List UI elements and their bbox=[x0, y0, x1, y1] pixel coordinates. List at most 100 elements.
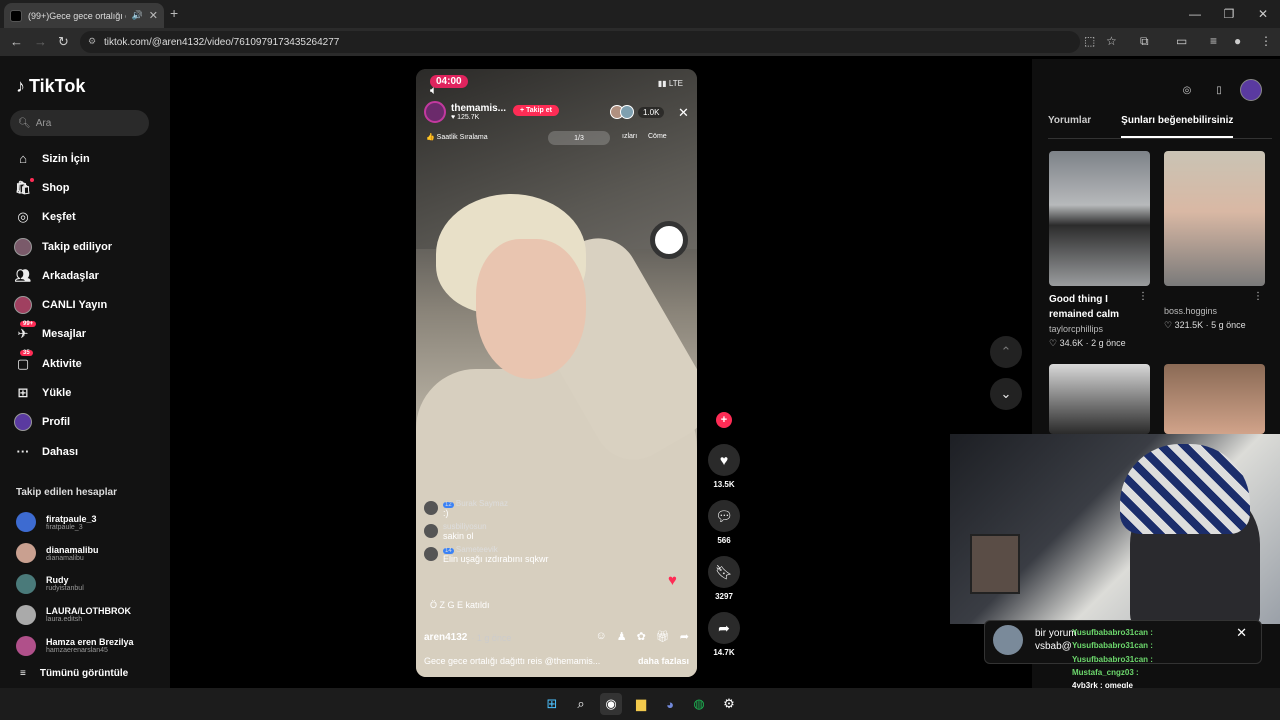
site-info-icon[interactable]: ⚙ bbox=[88, 36, 96, 47]
hourly-ranking[interactable]: 👍 Saatlik Sıralama bbox=[426, 133, 488, 141]
tab-you-may-like[interactable]: Şunları beğenebilirsiniz bbox=[1121, 115, 1234, 138]
minimize-icon[interactable]: — bbox=[1178, 0, 1212, 28]
save-button[interactable]: 🔖︎ 3297 bbox=[708, 556, 740, 601]
come-label: Cöme bbox=[648, 133, 667, 140]
bookmark-star-icon[interactable]: ☆ bbox=[1106, 34, 1117, 48]
device-icon[interactable]: ▯ bbox=[1208, 79, 1230, 101]
profile-avatar-icon[interactable]: ● bbox=[1234, 34, 1241, 48]
forward-icon[interactable]: → bbox=[34, 34, 47, 49]
back-icon[interactable]: ← bbox=[10, 34, 23, 49]
app-icon[interactable]: ⚙ bbox=[718, 693, 740, 715]
sidebar-item-following[interactable]: Takip ediliyor bbox=[14, 232, 112, 261]
sidebar-item-label: Dahası bbox=[42, 445, 79, 458]
sidebar-item-activity[interactable]: ▢ 35 Aktivite bbox=[14, 349, 112, 378]
file-explorer-icon[interactable]: ▆ bbox=[630, 693, 652, 715]
chrome-icon[interactable]: ◉ bbox=[600, 693, 622, 715]
people-icon[interactable]: ♟ bbox=[617, 630, 627, 643]
message-icon: ✈ bbox=[17, 326, 29, 342]
restore-icon[interactable]: ❐ bbox=[1212, 0, 1246, 28]
like-button[interactable]: ♥ 13.5K bbox=[708, 444, 740, 489]
following-account[interactable]: dianamalibu dianamalibu bbox=[16, 538, 134, 569]
sidebar-item-explore[interactable]: ◎ Keşfet bbox=[14, 203, 112, 232]
avatar bbox=[16, 543, 36, 564]
suggested-video-card[interactable]: boss.hoggins ♡ 321.5K · 5 g önce ⋮ bbox=[1164, 151, 1265, 331]
split-view-icon[interactable]: ▭ bbox=[1176, 34, 1187, 48]
reload-icon[interactable]: ↻ bbox=[58, 34, 69, 50]
share-icon: ➦ bbox=[708, 612, 740, 644]
post-time: · 1 g önce bbox=[471, 632, 512, 643]
tiktok-logo[interactable]: ♪ TikTok bbox=[16, 76, 85, 97]
menu-kebab-icon[interactable]: ⋮ bbox=[1260, 34, 1272, 48]
sidebar-item-friends[interactable]: 👥︎ Arkadaşlar bbox=[14, 261, 112, 290]
video-thumbnail bbox=[1164, 364, 1265, 434]
search-input[interactable]: 🔍︎ Ara bbox=[10, 110, 149, 136]
sidebar-item-upload[interactable]: ⊞ Yükle bbox=[14, 378, 112, 407]
install-icon[interactable]: ⬚ bbox=[1084, 34, 1095, 48]
spotify-icon[interactable]: ◍ bbox=[688, 693, 710, 715]
sidebar-item-live[interactable]: CANLI Yayın bbox=[14, 290, 112, 319]
extensions-icon[interactable]: ⧉ bbox=[1140, 34, 1149, 49]
toast-line: bir yorum bbox=[1035, 628, 1077, 639]
suggested-video-card[interactable] bbox=[1049, 364, 1150, 434]
next-video-button[interactable]: ⌄ bbox=[990, 378, 1022, 410]
sidebar: ♪ TikTok 🔍︎ Ara ⌂ Sizin İçin 🛍︎ Shop ◎ Keşf… bbox=[0, 56, 170, 688]
sidebar-item-profile[interactable]: Profil bbox=[14, 408, 112, 437]
share-small-icon[interactable]: ➦ bbox=[680, 630, 689, 643]
url-field[interactable]: ⚙ tiktok.com/@aren4132/video/76109791734… bbox=[80, 31, 1080, 53]
share-button[interactable]: ➦ 14.7K bbox=[708, 612, 740, 657]
action-column: + ♥ 13.5K 💬︎ 566 🔖︎ 3297 ➦ 14.7K bbox=[707, 412, 741, 668]
sidebar-item-more[interactable]: ··· Dahası bbox=[14, 437, 112, 466]
viewer-group[interactable]: 1.0K bbox=[610, 105, 665, 119]
speaker-icon[interactable]: 🔊 bbox=[132, 10, 143, 21]
windows-start-icon[interactable]: ⊞ bbox=[541, 693, 563, 715]
close-window-icon[interactable]: ✕ bbox=[1246, 0, 1280, 28]
following-account[interactable]: Hamza eren Brezilya hamzaerenarslan45 bbox=[16, 630, 134, 661]
comment-count: 566 bbox=[717, 536, 731, 545]
coin-icon[interactable]: ◎ bbox=[1176, 79, 1198, 101]
streamer-hat bbox=[1120, 444, 1250, 534]
volume-icon[interactable]: 🔈︎ bbox=[430, 83, 437, 98]
avatar bbox=[16, 512, 36, 533]
comment-button[interactable]: 💬︎ 566 bbox=[708, 500, 740, 545]
wall-poster bbox=[970, 534, 1020, 594]
close-icon[interactable]: ✕ bbox=[678, 105, 689, 121]
rose-icon[interactable]: ✿ bbox=[637, 630, 646, 643]
account-name: firatpaule_3 bbox=[46, 513, 97, 524]
address-bar-row: ← → ↻ ⚙ tiktok.com/@aren4132/video/76109… bbox=[0, 28, 1280, 56]
following-account[interactable]: LAURA/LOTHBROK laura.editsh bbox=[16, 599, 134, 630]
more-options-icon[interactable]: ⋮ bbox=[1138, 291, 1148, 302]
sidebar-item-messages[interactable]: ✈ 99+ Mesajlar bbox=[14, 320, 112, 349]
suggested-video-card[interactable]: Good thing I remained calm taylorcphilli… bbox=[1049, 151, 1150, 349]
live-host[interactable]: themamis... ♥ 125.7K bbox=[424, 101, 506, 123]
account-name: LAURA/LOTHBROK bbox=[46, 606, 131, 617]
see-all-button[interactable]: ≡ Tümünü görüntüle bbox=[20, 668, 128, 679]
upload-icon: ⊞ bbox=[17, 385, 29, 401]
more-options-icon[interactable]: ⋮ bbox=[1253, 291, 1263, 302]
new-tab-icon[interactable]: + bbox=[170, 5, 178, 21]
list-icon: ≡ bbox=[20, 668, 26, 679]
more-link[interactable]: daha fazlası bbox=[638, 656, 689, 666]
following-account[interactable]: firatpaule_3 firatpaule_3 bbox=[16, 507, 134, 538]
discord-icon[interactable]: ◕ bbox=[659, 693, 681, 715]
tab-comments[interactable]: Yorumlar bbox=[1048, 115, 1091, 138]
follow-plus-icon[interactable]: + bbox=[716, 412, 732, 428]
suggested-video-card[interactable] bbox=[1164, 364, 1265, 434]
sidebar-item-for-you[interactable]: ⌂ Sizin İçin bbox=[14, 144, 112, 173]
host-avatar bbox=[424, 101, 446, 123]
host-likes: ♥ 125.7K bbox=[451, 114, 480, 121]
live-chat: 12 Burak Saymaz:) susbiliyosun sakin ol 1… bbox=[424, 499, 674, 568]
prev-video-button[interactable]: ⌃ bbox=[990, 336, 1022, 368]
browser-tab[interactable]: (99+)Gece gece ortalığı da 🔊 ✕ bbox=[4, 3, 164, 28]
media-control-icon[interactable]: ≡ bbox=[1210, 34, 1217, 48]
avatar-icon bbox=[14, 237, 32, 256]
follow-button[interactable]: + Takip et bbox=[513, 105, 559, 116]
sidebar-item-shop[interactable]: 🛍︎ Shop bbox=[14, 173, 112, 202]
following-account[interactable]: Rudy rudyistanbul bbox=[16, 569, 134, 600]
video-player[interactable]: 04:00 🔈︎ ▮▮ LTE themamis... ♥ 125.7K + T… bbox=[416, 69, 697, 677]
gift-icon[interactable]: 🎁︎ bbox=[656, 630, 670, 643]
emoji-icon[interactable]: ☺ bbox=[595, 630, 606, 643]
user-avatar[interactable] bbox=[1240, 79, 1262, 101]
search-icon[interactable]: ⌕ bbox=[570, 693, 592, 715]
sidebar-item-label: Sizin İçin bbox=[42, 152, 90, 165]
close-tab-icon[interactable]: ✕ bbox=[149, 9, 158, 22]
